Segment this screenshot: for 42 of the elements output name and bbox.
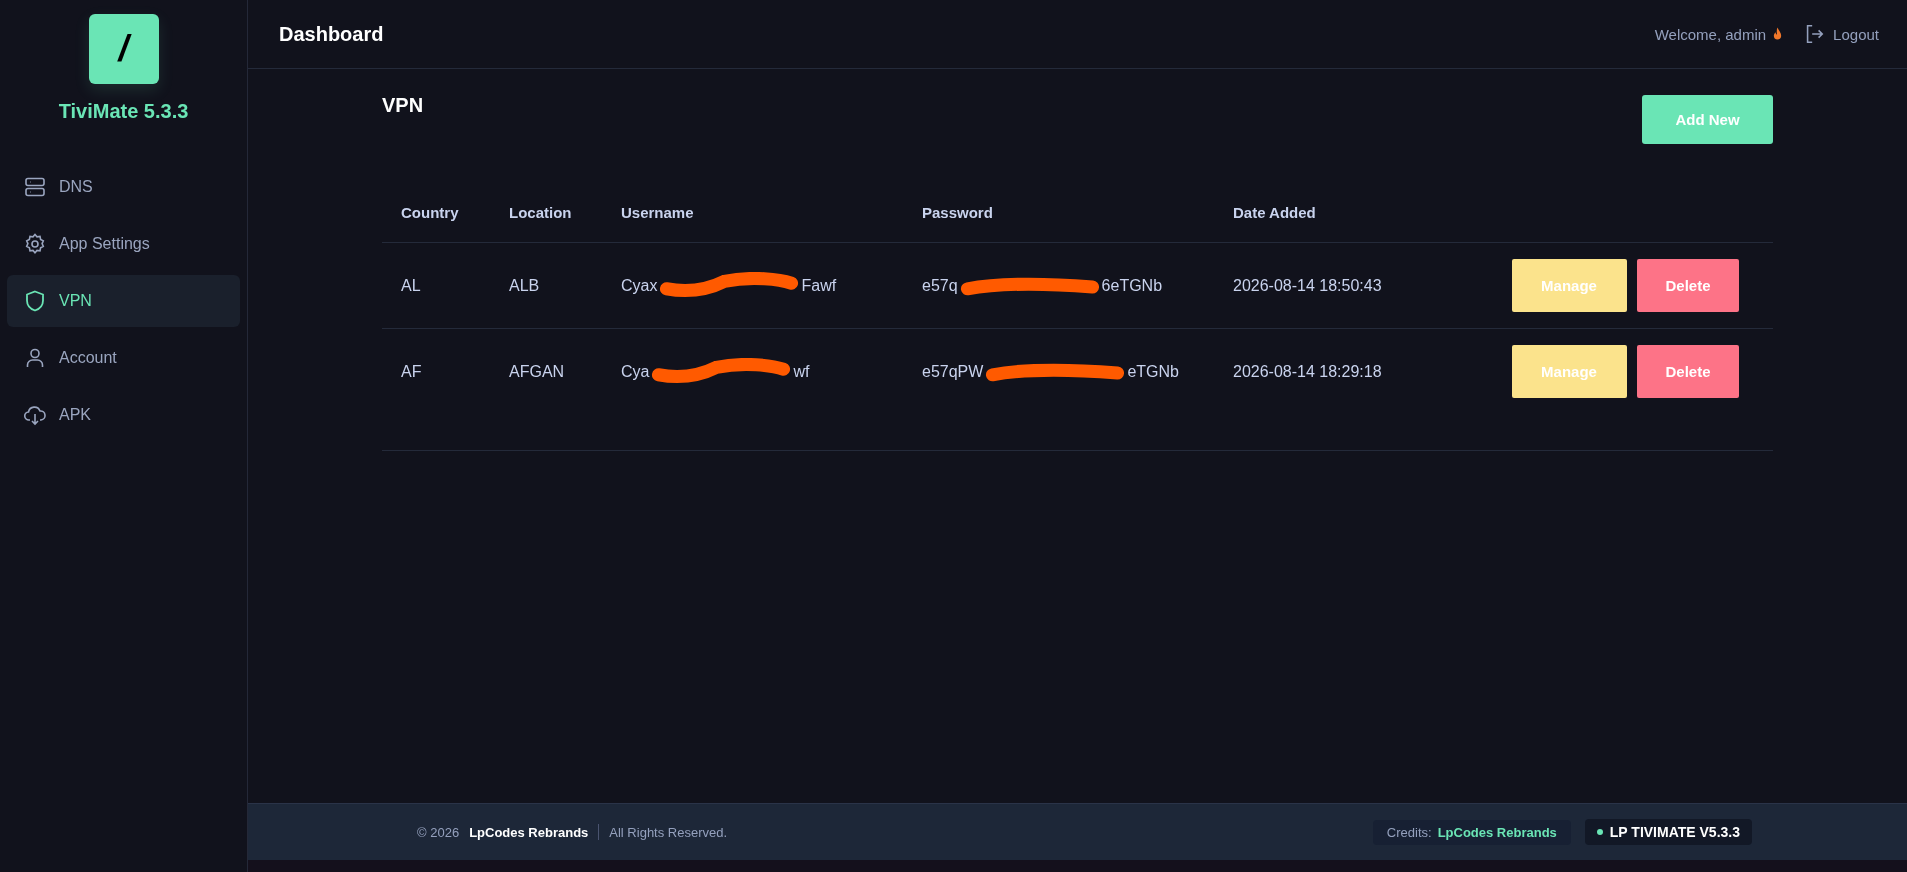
sidebar-item[interactable]: App Settings [7,218,240,270]
logout-button[interactable]: Logout [1803,23,1879,45]
sidebar-item[interactable]: Account [7,332,240,384]
column-header: Location [490,182,602,243]
table-cell: eTGNb [1127,362,1179,381]
logo-icon: / [88,14,159,84]
table-cell: ALB [490,242,602,329]
rights-text: All Rights Reserved. [609,824,728,840]
table-cell: AF [382,328,490,414]
sidebar-item[interactable]: DNS [7,161,240,213]
table-cell: Fawf [801,276,837,295]
table-cell: Cya [621,362,650,381]
table-cell: wf [793,362,810,381]
table-cell: Cyax [621,276,658,295]
settings-icon [23,232,47,256]
cloud-download-icon [23,403,47,427]
column-header: Username [602,182,903,243]
credits-label: Credits: [1386,824,1432,840]
table-cell: e57qPW [922,362,984,381]
table-cell: AFGAN [490,328,602,414]
version-text: LP TIVIMATE V5.3.3 [1609,824,1740,840]
page-title: Dashboard [279,22,384,46]
column-header: Date Added [1214,182,1438,243]
table-cell: e57q [922,276,958,295]
table-cell: 2026-08-14 18:50:43 [1214,242,1438,329]
welcome-text: Welcome, admin [1654,25,1767,43]
section-title: VPN [382,93,424,117]
table-cell: 6eTGNb [1101,276,1163,295]
status-dot-icon [1596,829,1603,835]
table-cell: AL [382,242,490,329]
shield-icon [23,289,47,313]
table-cell: 2026-08-14 18:29:18 [1214,328,1438,414]
column-header: Country [382,182,490,243]
credits-name: LpCodes Rebrands [1437,824,1557,840]
copyright-text: © 2026 [417,824,460,840]
company-name: LpCodes Rebrands [469,824,589,840]
column-header: Password [903,182,1214,243]
brand-name: TiviMate 5.3.3 [58,100,189,123]
server-icon [23,175,47,199]
flame-icon [1772,27,1784,41]
sidebar-item[interactable]: APK [7,389,240,441]
sidebar-item[interactable]: VPN [7,275,240,327]
